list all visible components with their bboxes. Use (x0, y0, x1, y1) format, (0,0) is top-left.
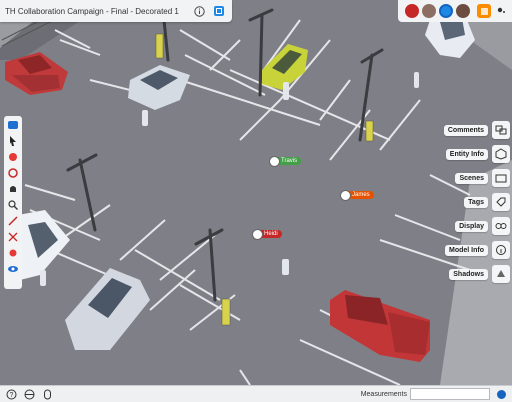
title-bar: TH Collaboration Campaign - Final - Deco… (0, 0, 232, 22)
tags-icon[interactable] (492, 193, 510, 211)
panel-label: Display (455, 220, 488, 232)
person-tag-heidi[interactable]: Heidi (252, 229, 282, 240)
globe-icon[interactable] (22, 387, 36, 401)
app-logo-icon (494, 387, 508, 401)
panel-label: Tags (464, 196, 488, 208)
left-toolbar (4, 116, 22, 289)
collaborator-avatar[interactable] (422, 4, 436, 18)
person-tag-label: Heidi (264, 231, 278, 237)
mouse-icon[interactable] (40, 387, 54, 401)
walk-icon[interactable] (6, 182, 20, 196)
person-tag-icon (252, 229, 263, 240)
section-icon[interactable] (6, 230, 20, 244)
scenes-icon[interactable] (492, 169, 510, 187)
collaborator-bar (398, 0, 512, 22)
collaborator-avatar[interactable] (439, 4, 453, 18)
add-collaborator-icon[interactable] (494, 4, 508, 18)
model-title: TH Collaboration Campaign - Final - Deco… (5, 6, 179, 16)
display-icon[interactable] (492, 217, 510, 235)
paint-icon[interactable] (6, 150, 20, 164)
tag-icon[interactable] (6, 246, 20, 260)
panel-label: Model Info (445, 244, 488, 256)
measure-icon[interactable] (6, 214, 20, 228)
info-icon[interactable] (192, 4, 206, 18)
model-info-icon[interactable] (492, 241, 510, 259)
panel-shadows[interactable]: Shadows (449, 264, 512, 284)
panel-scenes[interactable]: Scenes (455, 168, 512, 188)
share-icon[interactable] (212, 4, 226, 18)
collaborator-avatar[interactable] (405, 4, 419, 18)
panel-comments[interactable]: Comments (443, 120, 512, 140)
entity-info-icon[interactable] (492, 145, 510, 163)
person-tag-james[interactable]: James (340, 190, 374, 201)
panel-label: Scenes (455, 172, 488, 184)
person-tag-icon (340, 190, 351, 201)
measurements-input[interactable] (410, 388, 490, 400)
person-tag-label: James (352, 192, 370, 198)
layers-icon[interactable] (477, 4, 491, 18)
select-icon[interactable] (6, 134, 20, 148)
panel-display[interactable]: Display (455, 216, 512, 236)
orbit-icon[interactable] (6, 166, 20, 180)
person-tag-label: Travis (281, 158, 298, 164)
measurements-label: Measurements (360, 390, 407, 398)
collaborator-avatar[interactable] (456, 4, 470, 18)
panel-label: Comments (443, 124, 488, 136)
person-tag-travis[interactable]: Travis (269, 156, 302, 167)
shadows-icon[interactable] (492, 265, 510, 283)
svg-text:?: ? (9, 392, 13, 399)
panel-label: Entity Info (445, 148, 488, 160)
help-icon[interactable]: ? (4, 387, 18, 401)
status-bar: ? Measurements (0, 385, 512, 402)
person-tag-icon (269, 156, 280, 167)
parking-lot-scene (0, 0, 512, 385)
panel-tags[interactable]: Tags (464, 192, 512, 212)
comments-icon[interactable] (492, 121, 510, 139)
model-viewport[interactable] (0, 0, 512, 385)
panel-label: Shadows (449, 268, 488, 280)
eye-icon[interactable] (6, 262, 20, 276)
panel-model-info[interactable]: Model Info (445, 240, 512, 260)
zoom-icon[interactable] (6, 198, 20, 212)
panel-entity-info[interactable]: Entity Info (445, 144, 512, 164)
scenes-icon[interactable] (6, 118, 20, 132)
